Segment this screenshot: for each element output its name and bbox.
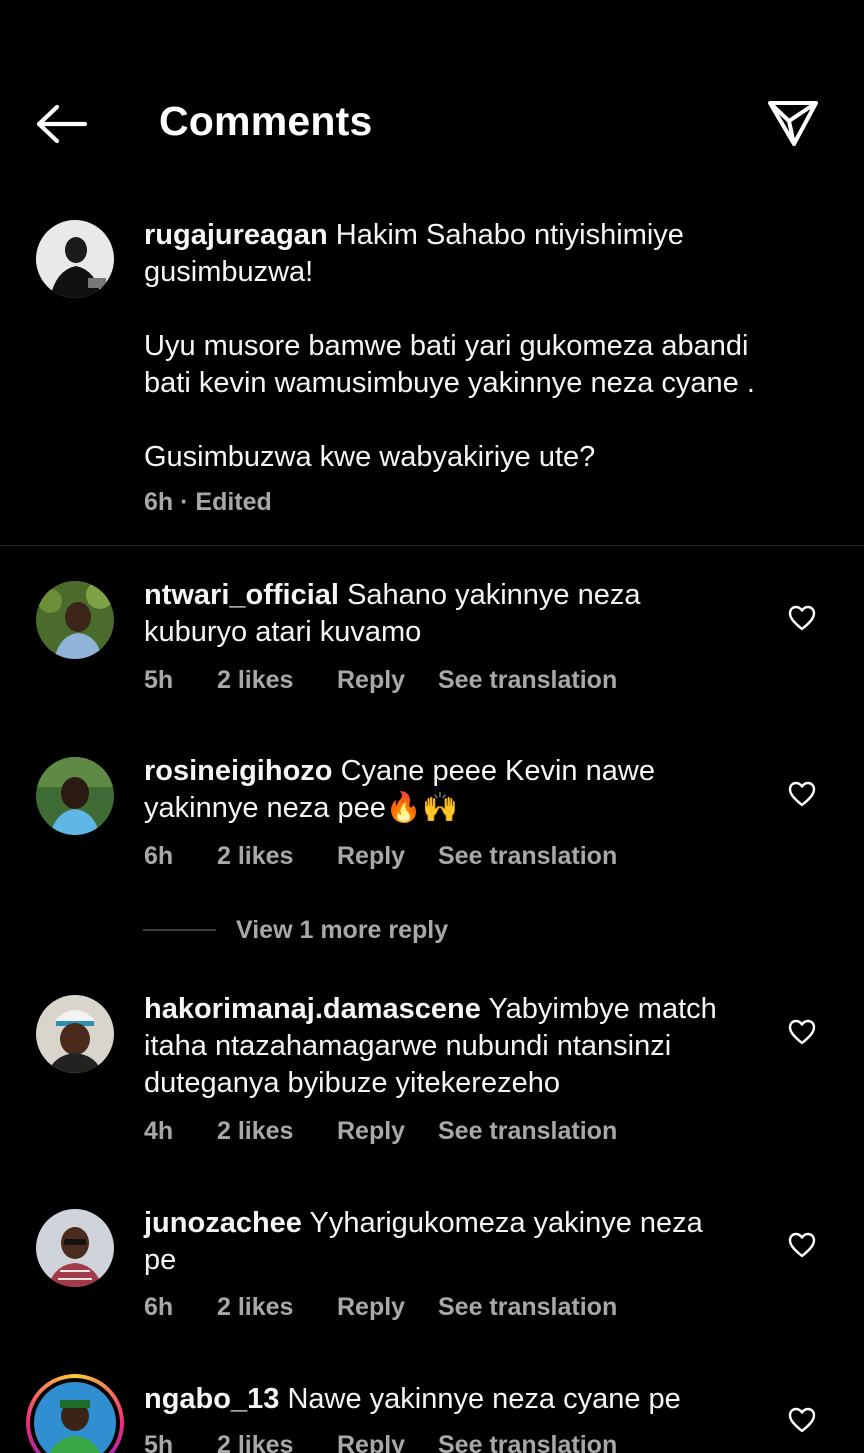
divider	[143, 929, 216, 931]
caption-username[interactable]: rugajureagan	[144, 219, 328, 251]
comment-text: ntwari_official Sahano yakinnye neza kub…	[144, 579, 641, 648]
reply-button[interactable]: Reply	[337, 1431, 438, 1453]
likes-count[interactable]: 2 likes	[217, 1431, 337, 1453]
comment-username[interactable]: ntwari_official	[144, 579, 339, 611]
comment-text: hakorimanaj.damascene Yabyimbye match it…	[144, 993, 717, 1099]
comment-username[interactable]: hakorimanaj.damascene	[144, 993, 481, 1025]
comment-meta: 6h 2 likes Reply See translation	[144, 1293, 618, 1322]
comment-username[interactable]: rosineigihozo	[144, 755, 333, 787]
divider	[0, 545, 864, 546]
reply-button[interactable]: Reply	[337, 1293, 438, 1322]
avatar[interactable]	[36, 581, 114, 659]
avatar[interactable]	[36, 757, 114, 835]
comment-meta: 5h 2 likes Reply See translation	[144, 666, 618, 695]
comment-meta: 5h 2 likes Reply See translation	[144, 1431, 617, 1453]
like-button[interactable]	[786, 602, 818, 634]
likes-count[interactable]: 2 likes	[217, 1117, 337, 1146]
heart-icon	[788, 1019, 816, 1045]
caption-meta: 6h · Edited	[144, 488, 272, 516]
like-button[interactable]	[786, 778, 818, 810]
like-button[interactable]	[786, 1229, 818, 1261]
comment-username[interactable]: junozachee	[144, 1207, 302, 1239]
arrow-left-icon	[36, 104, 87, 144]
likes-count[interactable]: 2 likes	[217, 666, 337, 695]
comment-meta: 6h 2 likes Reply See translation	[144, 842, 618, 871]
see-translation-button[interactable]: See translation	[438, 842, 617, 871]
reply-button[interactable]: Reply	[337, 842, 438, 871]
share-button[interactable]	[762, 96, 824, 150]
comment-text: junozachee Yyharigukomeza yakinye neza p…	[144, 1207, 703, 1276]
avatar[interactable]	[36, 995, 114, 1073]
reply-button[interactable]: Reply	[337, 666, 438, 695]
comment-username[interactable]: ngabo_13	[144, 1383, 279, 1415]
avatar[interactable]	[36, 220, 114, 298]
see-translation-button[interactable]: See translation	[438, 1117, 617, 1146]
likes-count[interactable]: 2 likes	[217, 1293, 337, 1322]
see-translation-button[interactable]: See translation	[438, 1293, 617, 1322]
reply-button[interactable]: Reply	[337, 1117, 438, 1146]
like-button[interactable]	[786, 1404, 818, 1436]
heart-icon	[788, 781, 816, 807]
likes-count[interactable]: 2 likes	[217, 842, 337, 871]
see-translation-button[interactable]: See translation	[438, 666, 617, 695]
paper-plane-icon	[768, 101, 818, 146]
caption-text: rugajureagan Hakim Sahabo ntiyishimiye g…	[144, 219, 755, 473]
comment-text: ngabo_13 Nawe yakinnye neza cyane pe	[144, 1383, 681, 1415]
avatar	[34, 1382, 116, 1453]
page-title: Comments	[159, 98, 373, 144]
heart-icon	[788, 1407, 816, 1433]
like-button[interactable]	[786, 1016, 818, 1048]
heart-icon	[788, 605, 816, 631]
see-translation-button[interactable]: See translation	[438, 1431, 617, 1453]
view-more-replies-button[interactable]: View 1 more reply	[143, 913, 448, 947]
avatar[interactable]	[36, 1209, 114, 1287]
story-avatar[interactable]	[26, 1374, 124, 1453]
top-bar: Comments	[0, 0, 864, 190]
back-button[interactable]	[30, 100, 92, 148]
comment-meta: 4h 2 likes Reply See translation	[144, 1117, 618, 1146]
heart-icon	[788, 1232, 816, 1258]
comment-text: rosineigihozo Cyane peee Kevin nawe yaki…	[144, 755, 655, 824]
